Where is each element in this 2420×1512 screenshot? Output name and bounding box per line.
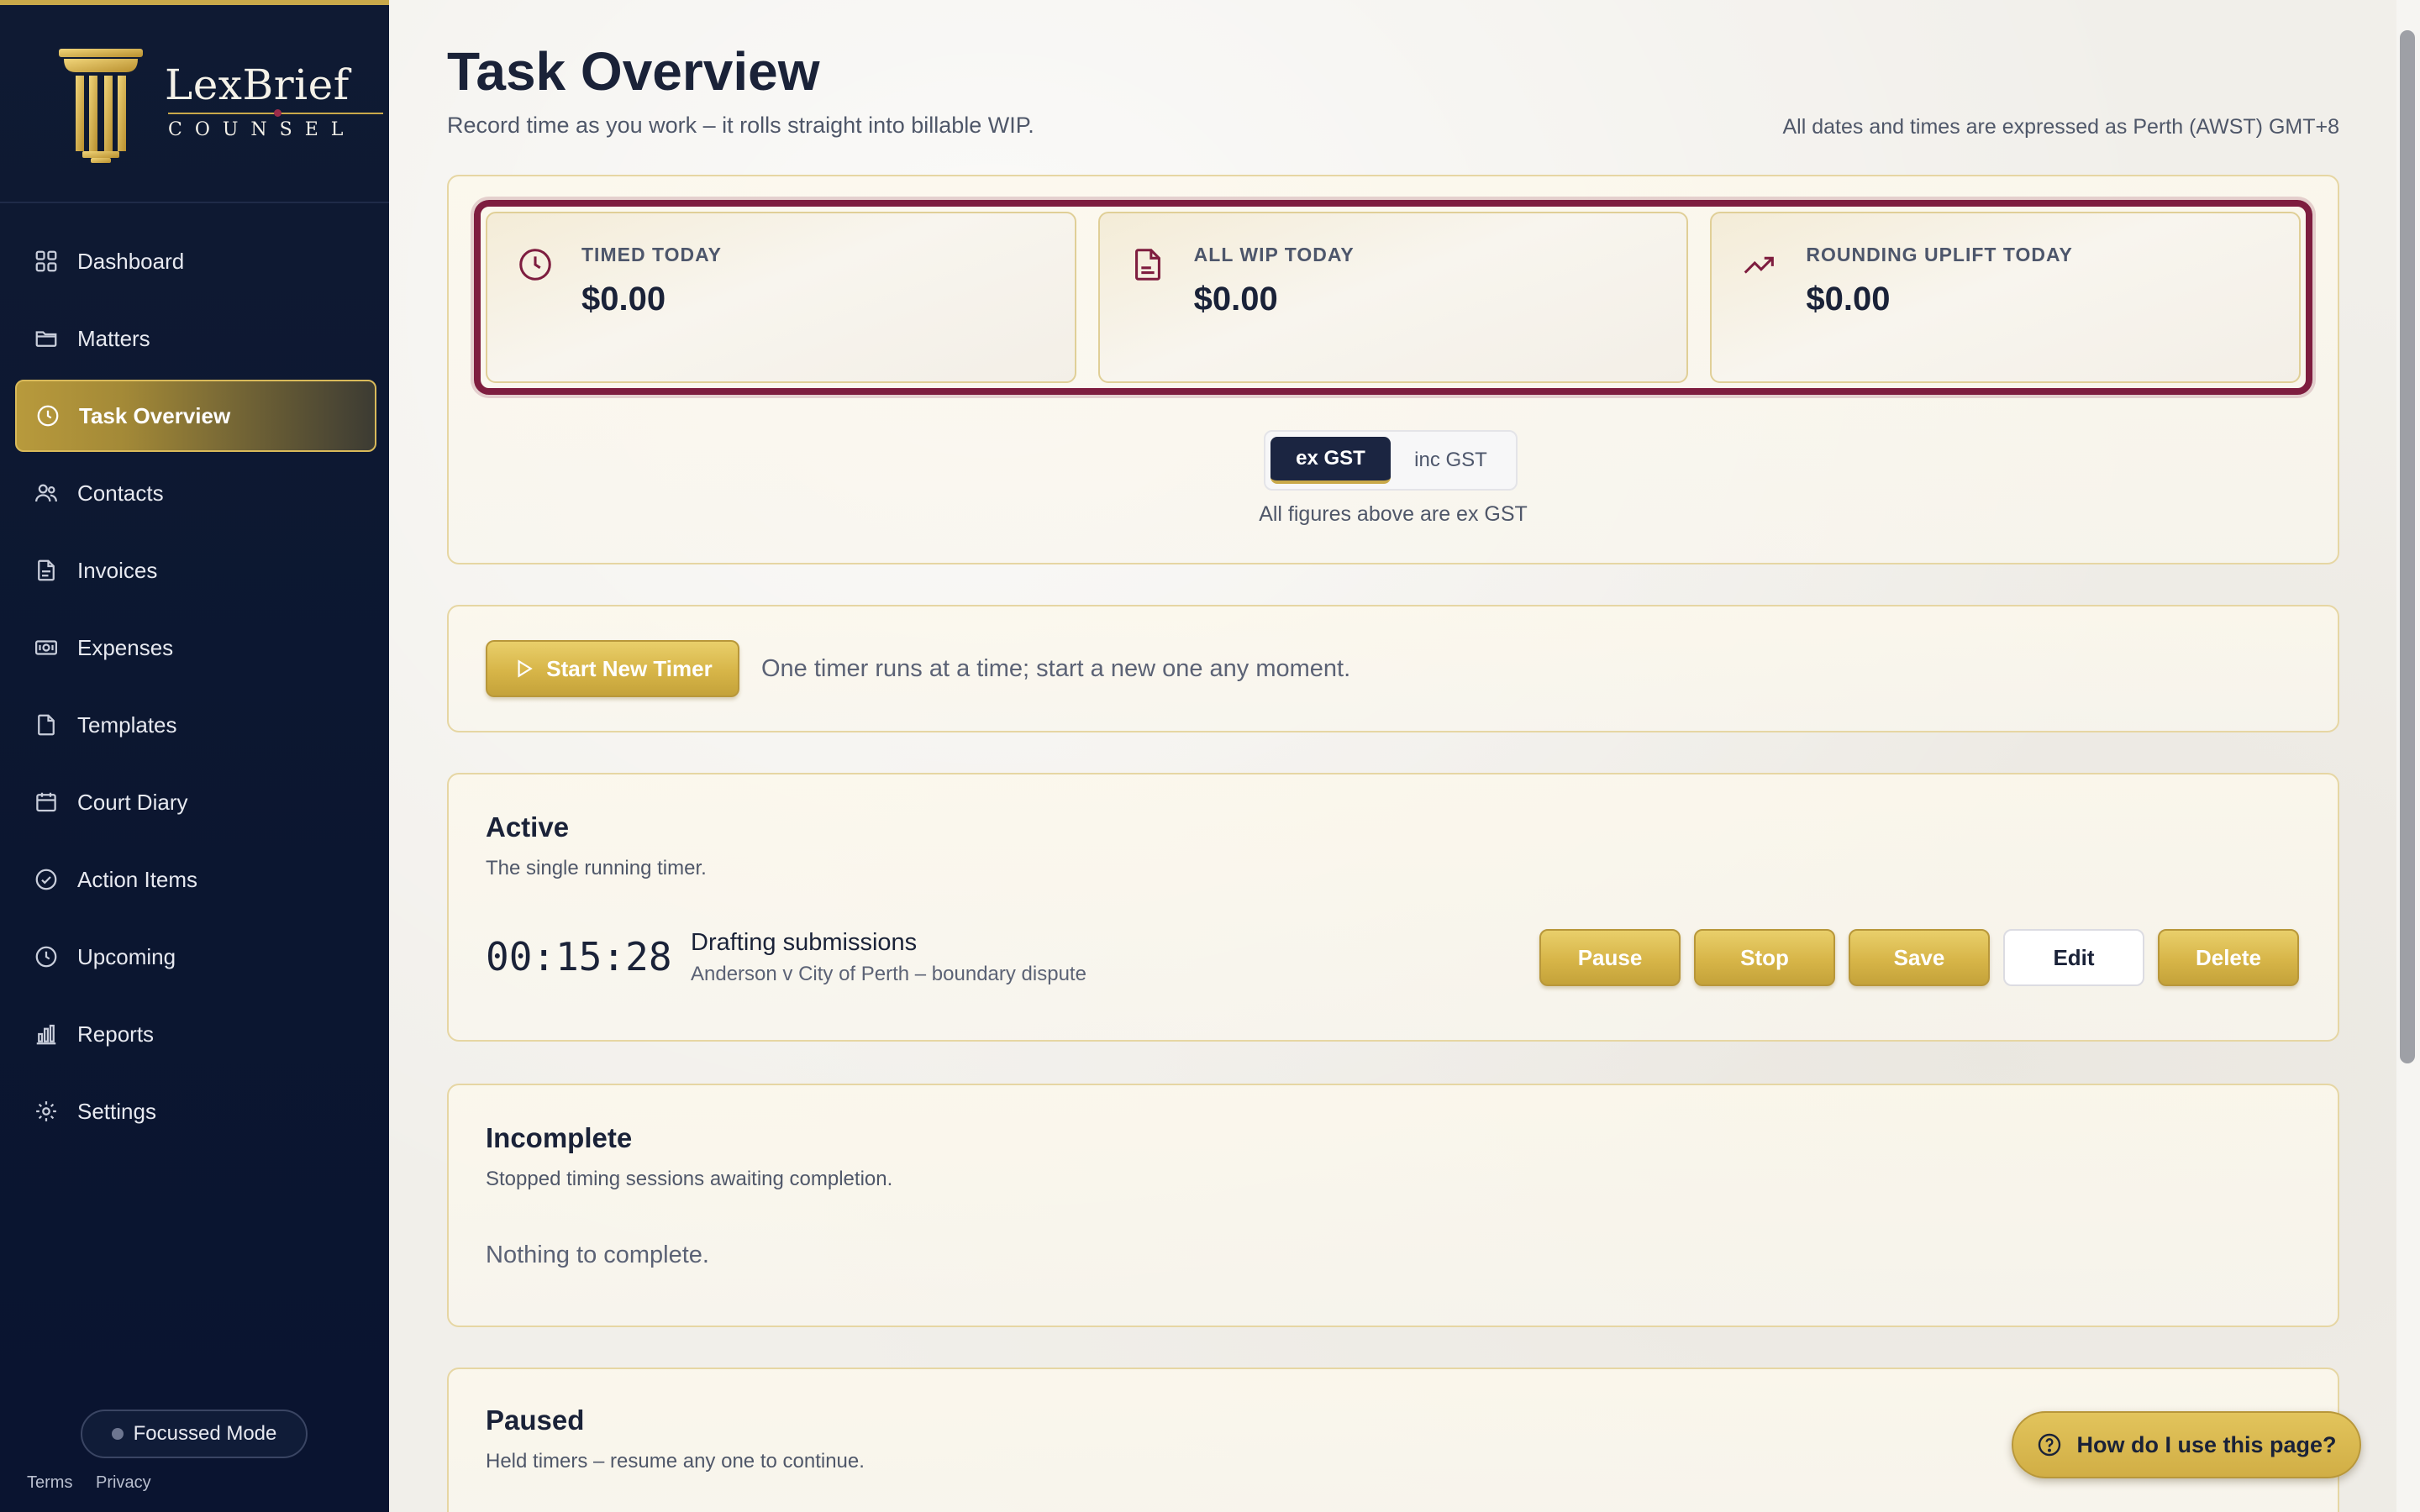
page-title: Task Overview xyxy=(447,41,820,102)
sidebar-item-label: Court Diary xyxy=(77,789,188,815)
focus-mode-label: Focussed Mode xyxy=(133,1422,277,1445)
document-icon xyxy=(38,714,55,736)
grid-icon xyxy=(35,250,57,272)
sidebar: LexBrief COUNSEL Dashboard Matters Task … xyxy=(0,0,389,1512)
clock-icon xyxy=(519,249,551,281)
sidebar-item-label: Upcoming xyxy=(77,943,176,969)
stat-label: TIMED TODAY xyxy=(581,244,722,265)
gst-note: All figures above are ex GST xyxy=(1259,502,1528,526)
elapsed-time: 00:15:28 xyxy=(486,934,672,979)
sidebar-item-label: Templates xyxy=(77,711,177,738)
stat-value: $0.00 xyxy=(1193,281,1278,318)
stat-rounding-uplift-today: ROUNDING UPLIFT TODAY $0.00 xyxy=(1710,212,2302,383)
privacy-link[interactable]: Privacy xyxy=(96,1473,151,1492)
stat-timed-today: TIMED TODAY $0.00 xyxy=(486,212,1076,383)
trending-up-icon xyxy=(1744,256,1775,274)
sidebar-item-expenses[interactable]: Expenses xyxy=(15,612,376,684)
sidebar-nav: Dashboard Matters Task Overview Contacts… xyxy=(15,225,376,1152)
sidebar-divider xyxy=(0,202,389,203)
sidebar-item-templates[interactable]: Templates xyxy=(15,689,376,761)
sidebar-item-label: Contacts xyxy=(77,480,164,506)
file-icon xyxy=(38,559,55,581)
stat-value: $0.00 xyxy=(581,281,666,318)
inc-gst-option[interactable]: inc GST xyxy=(1391,437,1511,484)
task-name: Drafting submissions xyxy=(691,929,918,956)
sidebar-item-upcoming[interactable]: Upcoming xyxy=(15,921,376,993)
stats-frame: TIMED TODAY $0.00 ALL WIP TODAY $0.00 RO… xyxy=(474,200,2312,395)
clock-icon xyxy=(37,405,59,427)
brand-name: LexBrief xyxy=(165,60,350,109)
ex-gst-option[interactable]: ex GST xyxy=(1270,437,1391,484)
focus-mode-button[interactable]: Focussed Mode xyxy=(81,1410,308,1458)
start-new-timer-label: Start New Timer xyxy=(546,655,713,681)
empty-state: Nothing to complete. xyxy=(486,1242,709,1268)
folder-icon xyxy=(35,331,57,347)
users-icon xyxy=(35,484,57,502)
summary-card: TIMED TODAY $0.00 ALL WIP TODAY $0.00 RO… xyxy=(447,175,2339,564)
sidebar-item-label: Invoices xyxy=(77,557,158,583)
sidebar-item-contacts[interactable]: Contacts xyxy=(15,457,376,529)
section-subtitle: The single running timer. xyxy=(486,857,707,879)
timezone-note: All dates and times are expressed as Per… xyxy=(1782,115,2339,139)
sidebar-item-invoices[interactable]: Invoices xyxy=(15,534,376,606)
sidebar-item-label: Action Items xyxy=(77,866,198,892)
sidebar-item-reports[interactable]: Reports xyxy=(15,998,376,1070)
check-circle-icon xyxy=(35,869,57,890)
sidebar-item-label: Dashboard xyxy=(77,248,185,274)
stat-all-wip-today: ALL WIP TODAY $0.00 xyxy=(1097,212,1689,383)
pause-button[interactable]: Pause xyxy=(1539,929,1681,986)
help-label: How do I use this page? xyxy=(2076,1431,2337,1457)
brand-logo[interactable]: LexBrief COUNSEL xyxy=(57,42,383,168)
section-title: Active xyxy=(486,811,570,843)
section-subtitle: Stopped timing sessions awaiting complet… xyxy=(486,1168,893,1190)
active-section: Active The single running timer. 00:15:2… xyxy=(447,773,2339,1042)
delete-button[interactable]: Delete xyxy=(2158,929,2299,986)
sidebar-item-court-diary[interactable]: Court Diary xyxy=(15,766,376,838)
page-subtitle: Record time as you work – it rolls strai… xyxy=(447,113,1034,138)
sidebar-item-label: Expenses xyxy=(77,634,174,660)
clock-icon xyxy=(35,946,57,968)
incomplete-section: Incomplete Stopped timing sessions await… xyxy=(447,1084,2339,1327)
terms-link[interactable]: Terms xyxy=(27,1473,72,1492)
stat-label: ROUNDING UPLIFT TODAY xyxy=(1806,244,2073,265)
stat-value: $0.00 xyxy=(1806,281,1891,318)
task-matter: Anderson v City of Perth – boundary disp… xyxy=(691,963,1086,985)
play-icon xyxy=(518,659,533,678)
save-button[interactable]: Save xyxy=(1849,929,1990,986)
sidebar-item-label: Reports xyxy=(77,1021,155,1047)
gst-toggle: ex GST inc GST xyxy=(1264,430,1518,491)
stat-label: ALL WIP TODAY xyxy=(1193,244,1355,265)
sidebar-item-label: Matters xyxy=(77,325,150,351)
sidebar-item-task-overview[interactable]: Task Overview xyxy=(15,380,376,452)
sidebar-item-label: Settings xyxy=(77,1098,156,1124)
section-title: Paused xyxy=(486,1404,585,1436)
gear-icon xyxy=(36,1101,56,1121)
pillar-icon xyxy=(59,49,143,163)
sidebar-item-label: Task Overview xyxy=(79,402,231,428)
edit-button[interactable]: Edit xyxy=(2003,929,2144,986)
sidebar-footer: Terms Privacy xyxy=(27,1473,170,1493)
start-new-timer-button[interactable]: Start New Timer xyxy=(486,640,739,697)
document-icon xyxy=(1134,249,1160,281)
sidebar-item-settings[interactable]: Settings xyxy=(15,1075,376,1147)
new-timer-card: Start New Timer One timer runs at a time… xyxy=(447,605,2339,732)
timer-hint: One timer runs at a time; start a new on… xyxy=(761,655,1351,682)
brand-tagline: COUNSEL xyxy=(168,119,356,140)
help-button[interactable]: How do I use this page? xyxy=(2012,1411,2361,1478)
help-circle-icon xyxy=(2039,1433,2061,1457)
brand-dot xyxy=(274,109,281,117)
section-title: Incomplete xyxy=(486,1122,633,1153)
banknote-icon xyxy=(35,640,57,655)
scrollbar-thumb[interactable] xyxy=(2400,30,2415,1063)
sidebar-item-action-items[interactable]: Action Items xyxy=(15,843,376,916)
section-subtitle: Held timers – resume any one to continue… xyxy=(486,1450,865,1473)
status-dot-icon xyxy=(111,1428,124,1440)
calendar-icon xyxy=(36,792,56,812)
sidebar-item-matters[interactable]: Matters xyxy=(15,302,376,375)
bar-chart-icon xyxy=(36,1024,56,1045)
sidebar-item-dashboard[interactable]: Dashboard xyxy=(15,225,376,297)
stop-button[interactable]: Stop xyxy=(1694,929,1835,986)
